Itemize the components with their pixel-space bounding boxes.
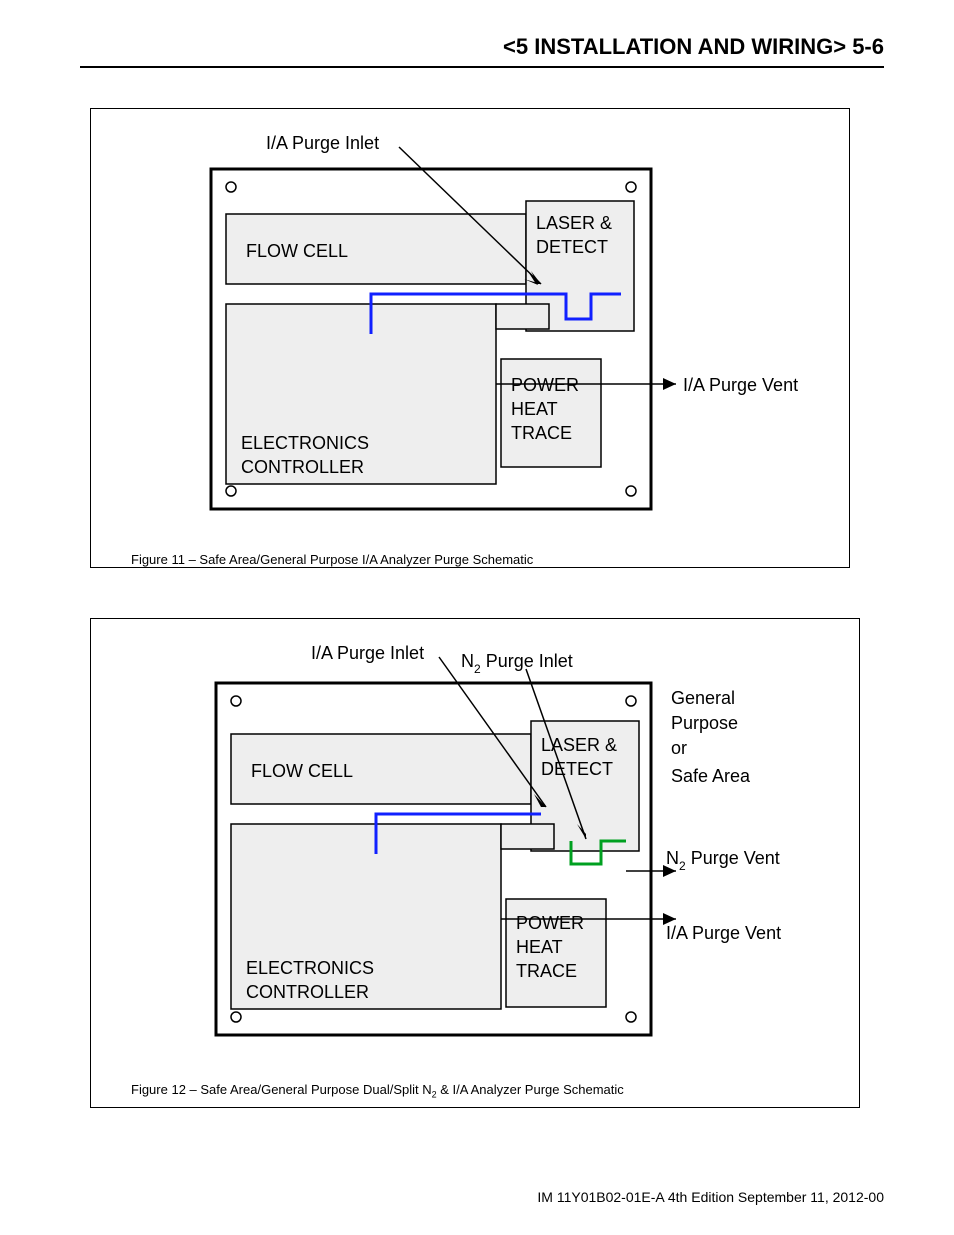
figure-12-svg: I/A Purge Inlet N2 Purge Inlet FLOW CELL… bbox=[111, 639, 841, 1059]
fig12-general-label: General bbox=[671, 688, 735, 708]
fig12-n2-inlet-label: N2 Purge Inlet bbox=[461, 651, 573, 676]
fig12-controller-label: CONTROLLER bbox=[246, 982, 369, 1002]
fig11-flow-cell-label: FLOW CELL bbox=[246, 241, 348, 261]
fig11-electronics-label: ELECTRONICS bbox=[241, 433, 369, 453]
hole-icon bbox=[626, 182, 636, 192]
fig11-junction bbox=[496, 304, 549, 329]
page: <5 INSTALLATION AND WIRING> 5-6 I/A Purg… bbox=[0, 0, 954, 1235]
fig12-purpose-label: Purpose bbox=[671, 713, 738, 733]
fig12-detect-label: DETECT bbox=[541, 759, 613, 779]
figure-12-box: I/A Purge Inlet N2 Purge Inlet FLOW CELL… bbox=[90, 618, 860, 1108]
figure-11-svg: I/A Purge Inlet FLOW CELL LASER & DETECT… bbox=[111, 129, 831, 529]
header-title: <5 INSTALLATION AND WIRING> 5-6 bbox=[503, 34, 884, 59]
hole-icon bbox=[231, 696, 241, 706]
hole-icon bbox=[626, 1012, 636, 1022]
fig11-vent-label: I/A Purge Vent bbox=[683, 375, 798, 395]
fig11-detect-label: DETECT bbox=[536, 237, 608, 257]
fig12-ia-vent-label: I/A Purge Vent bbox=[666, 923, 781, 943]
arrowhead-icon bbox=[663, 378, 676, 390]
fig11-controller-label: CONTROLLER bbox=[241, 457, 364, 477]
fig11-trace-label: TRACE bbox=[511, 423, 572, 443]
fig12-trace-label: TRACE bbox=[516, 961, 577, 981]
fig12-safe-area-label: Safe Area bbox=[671, 766, 751, 786]
hole-icon bbox=[231, 1012, 241, 1022]
fig11-purge-inlet-label: I/A Purge Inlet bbox=[266, 133, 379, 153]
fig12-junction bbox=[501, 824, 554, 849]
figure-11-caption: Figure 11 – Safe Area/General Purpose I/… bbox=[131, 552, 829, 567]
hole-icon bbox=[226, 182, 236, 192]
fig11-power-label: POWER bbox=[511, 375, 579, 395]
hole-icon bbox=[626, 696, 636, 706]
fig11-laser-label: LASER & bbox=[536, 213, 612, 233]
fig12-n2-vent-label: N2 Purge Vent bbox=[666, 848, 780, 873]
hole-icon bbox=[626, 486, 636, 496]
page-footer: IM 11Y01B02-01E-A 4th Edition September … bbox=[537, 1189, 884, 1205]
fig12-flow-cell-label: FLOW CELL bbox=[251, 761, 353, 781]
fig12-heat-label: HEAT bbox=[516, 937, 563, 957]
hole-icon bbox=[226, 486, 236, 496]
figure-11-box: I/A Purge Inlet FLOW CELL LASER & DETECT… bbox=[90, 108, 850, 568]
fig12-power-label: POWER bbox=[516, 913, 584, 933]
fig12-or-label: or bbox=[671, 738, 687, 758]
page-header: <5 INSTALLATION AND WIRING> 5-6 bbox=[80, 34, 884, 68]
fig12-ia-inlet-label: I/A Purge Inlet bbox=[311, 643, 424, 663]
figure-12-caption: Figure 12 – Safe Area/General Purpose Du… bbox=[131, 1082, 839, 1100]
fig11-heat-label: HEAT bbox=[511, 399, 558, 419]
footer-text: IM 11Y01B02-01E-A 4th Edition September … bbox=[537, 1189, 884, 1205]
fig12-electronics-label: ELECTRONICS bbox=[246, 958, 374, 978]
